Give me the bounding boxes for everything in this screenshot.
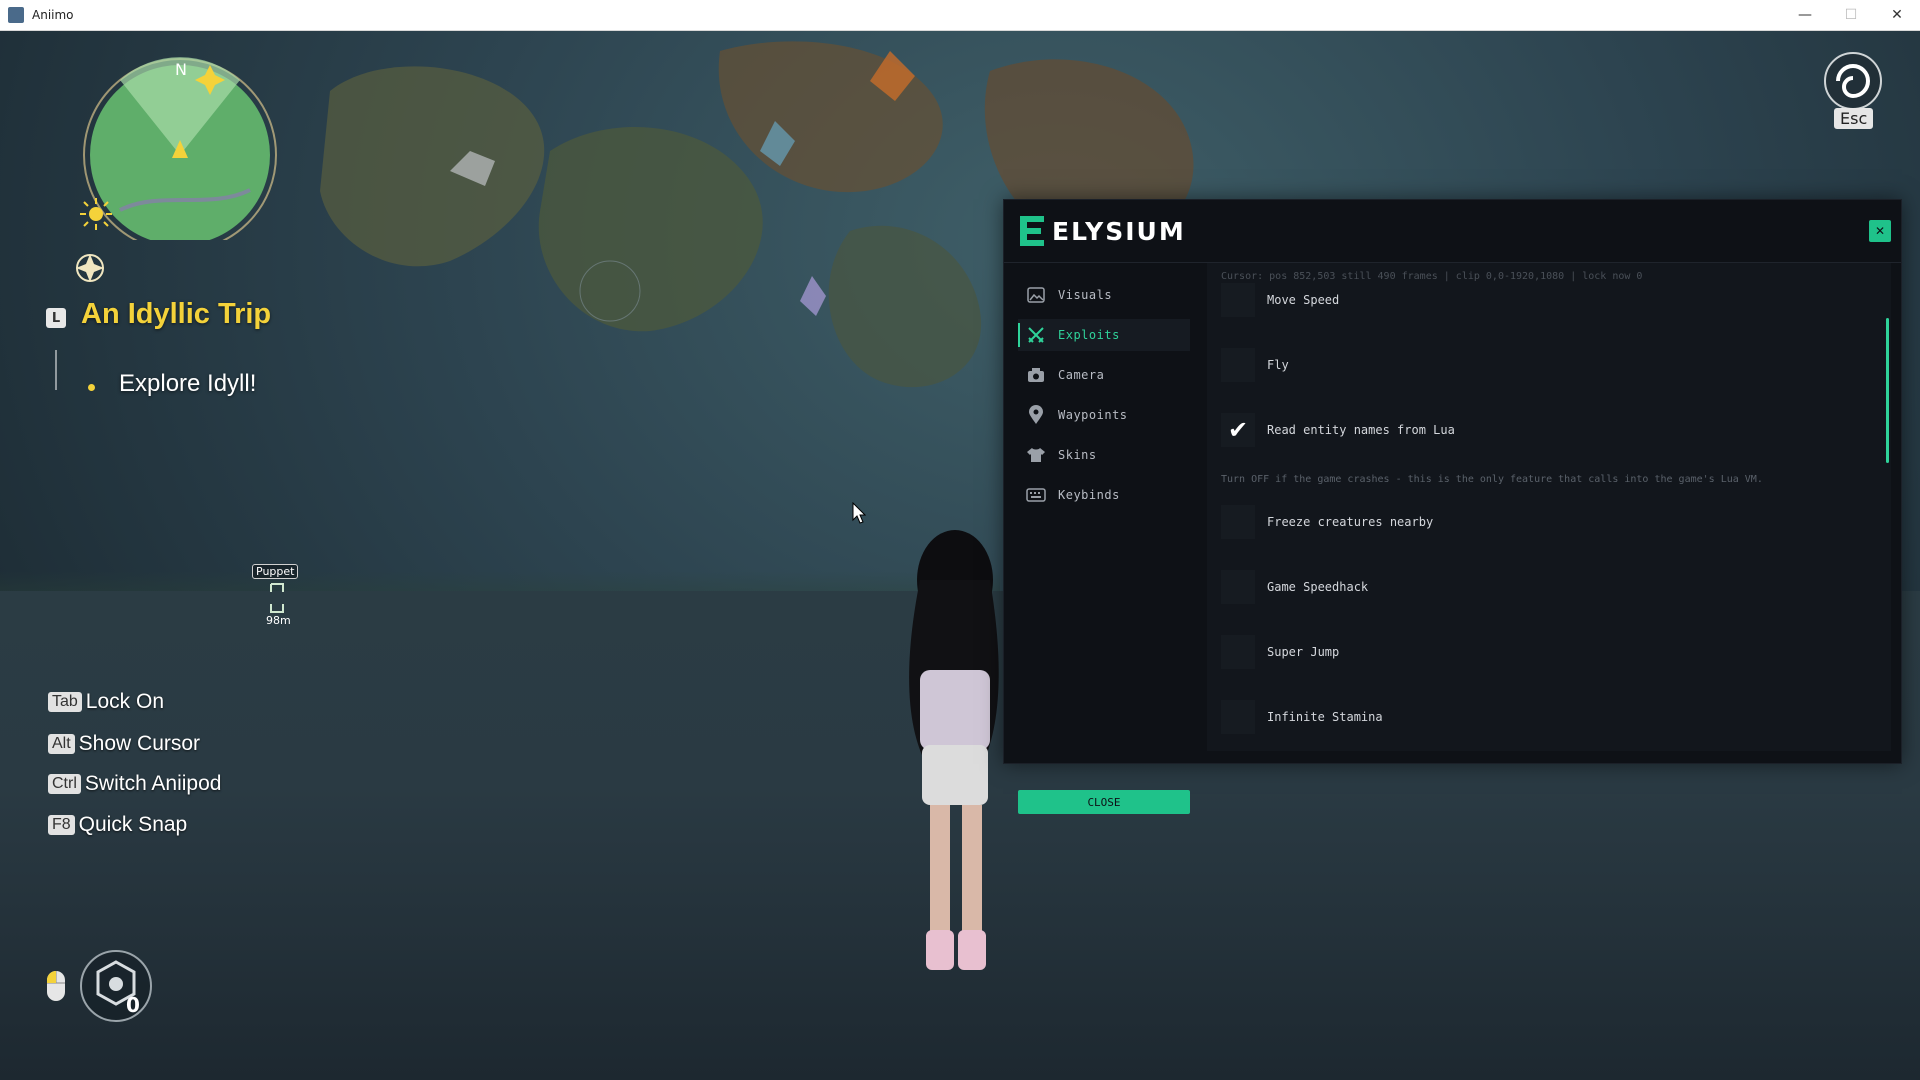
option-label: Super Jump: [1267, 645, 1340, 659]
hint-lock-on: Tab Lock On: [48, 690, 164, 714]
option-label: Read entity names from Lua: [1267, 423, 1455, 437]
option-freeze-creatures[interactable]: Freeze creatures nearby: [1221, 503, 1861, 541]
hint-label: Lock On: [85, 690, 165, 713]
camera-icon: [1026, 365, 1046, 385]
option-super-jump[interactable]: Super Jump: [1221, 633, 1861, 671]
nav-item-exploits[interactable]: Exploits: [1018, 319, 1190, 351]
nav-label: Skins: [1058, 448, 1097, 462]
option-infinite-stamina[interactable]: Infinite Stamina: [1221, 698, 1861, 736]
keyboard-icon: [1026, 485, 1046, 505]
window-title: Aniimo: [32, 8, 74, 22]
panel-sidebar: Visuals Exploits Camera Waypoints Skins: [1004, 263, 1204, 814]
option-label: Infinite Stamina: [1267, 710, 1383, 724]
elysium-logo-icon: [1020, 216, 1044, 246]
quest-objective: Explore Idyll!: [119, 370, 257, 397]
checkbox[interactable]: [1221, 348, 1255, 382]
check-icon: ✔: [1227, 416, 1249, 444]
sun-icon: [80, 198, 112, 230]
hint-key: Alt: [48, 734, 75, 754]
hint-key: Ctrl: [48, 774, 81, 794]
nav-item-waypoints[interactable]: Waypoints: [1018, 399, 1190, 431]
window-titlebar: Aniimo — ☐ ✕: [0, 0, 1920, 31]
mouse-icon: [47, 971, 65, 1001]
nav-label: Keybinds: [1058, 488, 1120, 502]
option-read-entity-names[interactable]: ✔ Read entity names from Lua: [1221, 411, 1861, 449]
option-label: Freeze creatures nearby: [1267, 515, 1434, 529]
option-fly[interactable]: Fly: [1221, 346, 1861, 384]
npc-marker-distance: 98m: [266, 614, 291, 627]
hint-quick-snap: F8 Quick Snap: [48, 813, 187, 837]
hint-label: Show Cursor: [78, 732, 201, 755]
checkbox[interactable]: [1221, 635, 1255, 669]
quest-bullet: [88, 384, 95, 391]
exploits-content[interactable]: Cursor: pos 852,503 still 490 frames | c…: [1207, 263, 1891, 751]
close-button[interactable]: CLOSE: [1018, 790, 1190, 814]
nav-label: Camera: [1058, 368, 1105, 382]
quest-waypoint-icon: [76, 254, 104, 282]
window-controls: — ☐ ✕: [1782, 0, 1920, 30]
app-icon: [8, 7, 24, 23]
nav-item-keybinds[interactable]: Keybinds: [1018, 479, 1190, 511]
nav-item-visuals[interactable]: Visuals: [1018, 279, 1190, 311]
quest-divider: [55, 350, 57, 390]
npc-marker-icon: [270, 583, 284, 613]
aniipod-badge-icon[interactable]: [78, 948, 154, 1024]
nav-label: Exploits: [1058, 328, 1120, 342]
menu-swirl-icon[interactable]: [1822, 50, 1884, 112]
aniipod-count: 0: [126, 993, 140, 1017]
checkbox-checked[interactable]: ✔: [1221, 413, 1255, 447]
checkbox[interactable]: [1221, 700, 1255, 734]
hint-show-cursor: Alt Show Cursor: [48, 732, 200, 756]
nav-label: Waypoints: [1058, 408, 1128, 422]
elysium-panel: ELYSIUM ✕ Visuals Exploits Camera Waypoi…: [1003, 199, 1902, 814]
nav-item-camera[interactable]: Camera: [1018, 359, 1190, 391]
image-icon: [1026, 285, 1046, 305]
option-move-speed[interactable]: Move Speed: [1221, 281, 1861, 319]
panel-header: ELYSIUM ✕: [1004, 200, 1901, 263]
mouse-cursor-icon: [852, 502, 866, 524]
north-indicator: N: [175, 60, 187, 79]
quest-key-badge: L: [46, 308, 66, 328]
hint-key: Tab: [48, 692, 82, 712]
option-label: Fly: [1267, 358, 1289, 372]
option-label: Move Speed: [1267, 293, 1340, 307]
option-label: Game Speedhack: [1267, 580, 1369, 594]
shirt-icon: [1026, 445, 1046, 465]
checkbox[interactable]: [1221, 505, 1255, 539]
hint-switch-aniipod: Ctrl Switch Aniipod: [48, 772, 221, 796]
hint-label: Switch Aniipod: [84, 772, 222, 795]
nav-item-skins[interactable]: Skins: [1018, 439, 1190, 471]
npc-marker-label: Puppet: [252, 564, 299, 579]
checkbox[interactable]: [1221, 570, 1255, 604]
hint-label: Quick Snap: [78, 813, 188, 836]
hint-key: F8: [48, 815, 75, 835]
option-game-speedhack[interactable]: Game Speedhack: [1221, 568, 1861, 606]
nav-label: Visuals: [1058, 288, 1113, 302]
lua-warning-note: Turn OFF if the game crashes - this is t…: [1221, 474, 1763, 485]
esc-key-badge: Esc: [1834, 108, 1874, 129]
crossed-swords-icon: [1026, 325, 1046, 345]
brand-name: ELYSIUM: [1052, 217, 1186, 246]
close-window-button[interactable]: ✕: [1874, 0, 1920, 30]
panel-close-icon[interactable]: ✕: [1869, 220, 1891, 242]
minimize-button[interactable]: —: [1782, 0, 1828, 30]
maximize-button[interactable]: ☐: [1828, 0, 1874, 30]
content-scrollbar[interactable]: [1886, 318, 1889, 463]
quest-title[interactable]: An Idyllic Trip: [81, 298, 271, 331]
checkbox[interactable]: [1221, 283, 1255, 317]
map-pin-icon: [1026, 405, 1046, 425]
